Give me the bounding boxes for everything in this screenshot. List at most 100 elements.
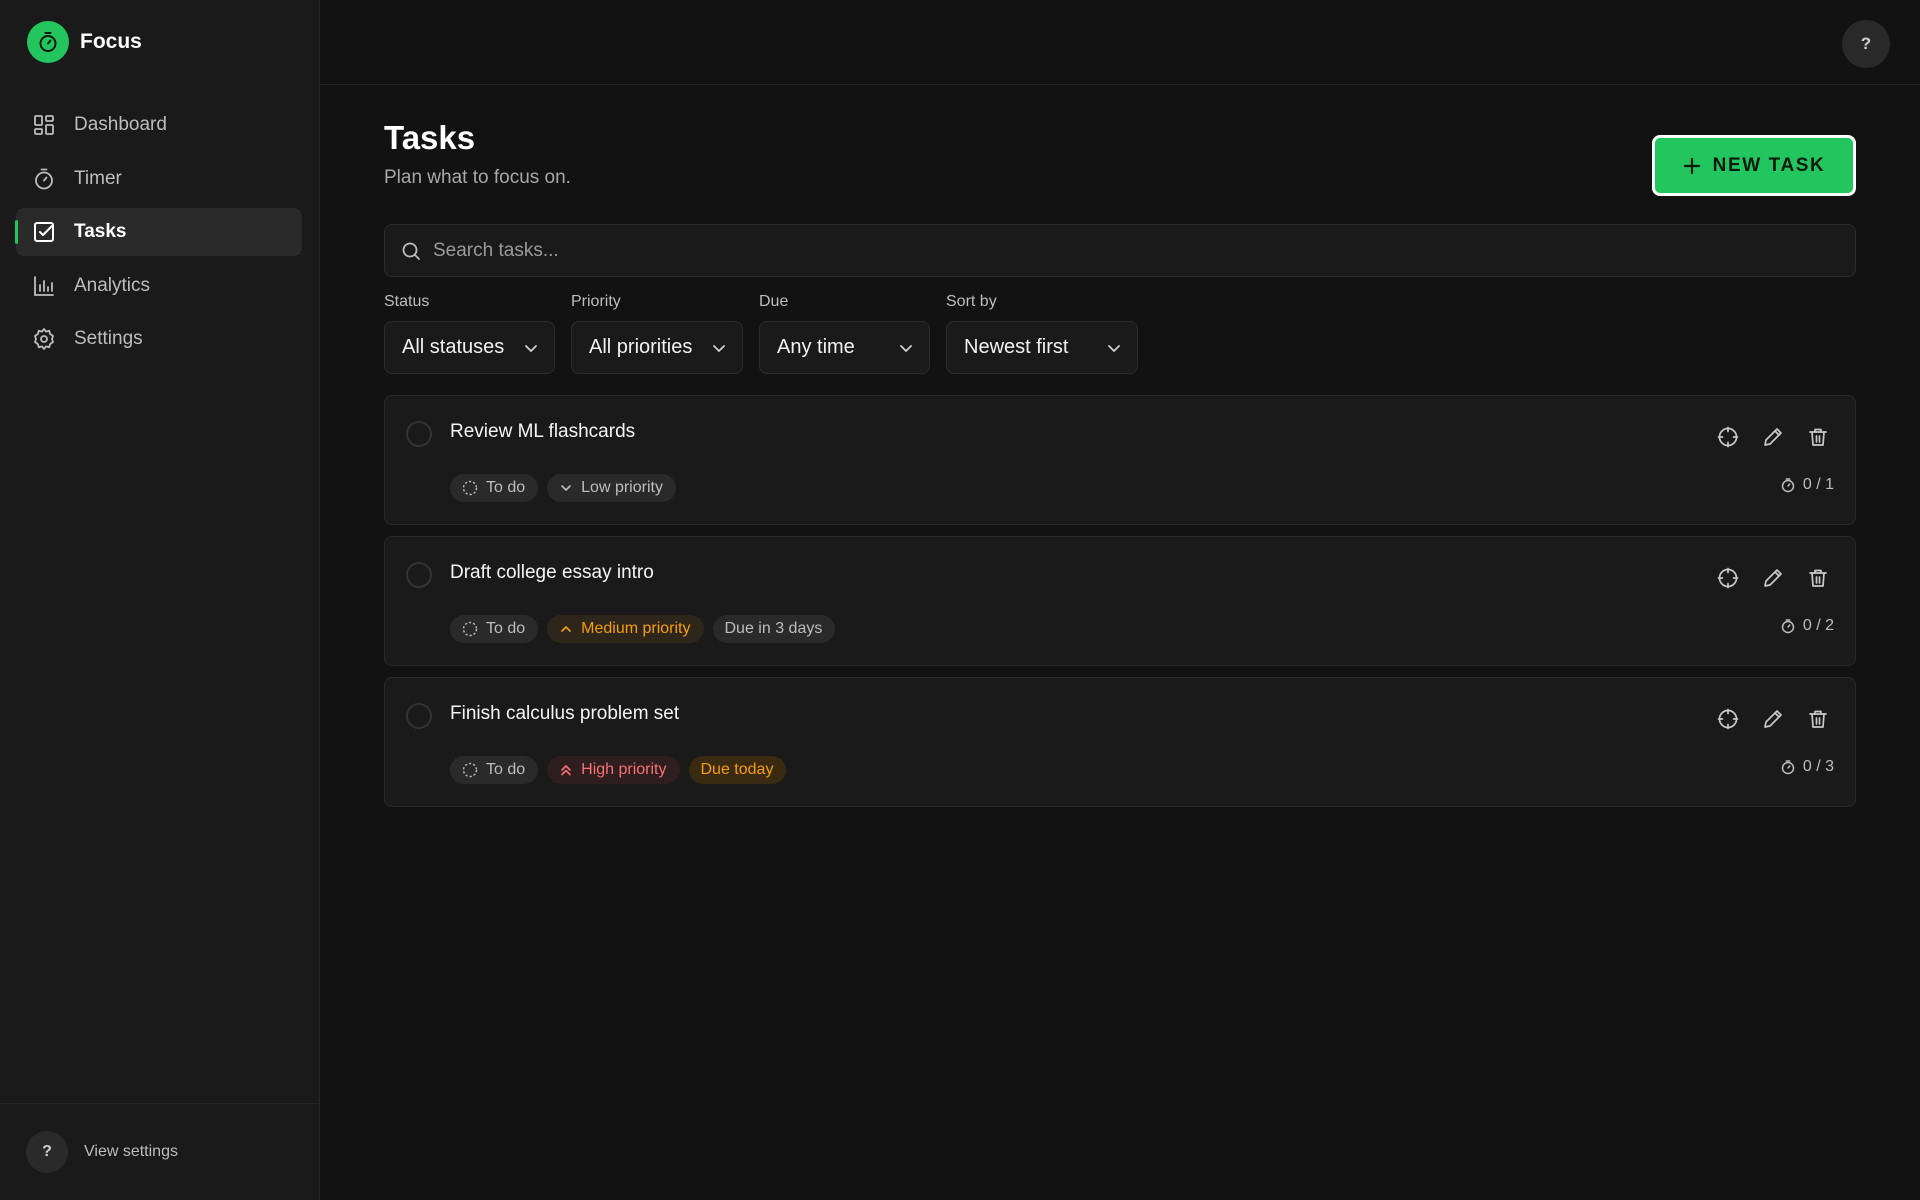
task-actions (1695, 707, 1830, 731)
sort-select[interactable]: Newest first (946, 321, 1138, 374)
delete-trash-icon[interactable] (1806, 566, 1830, 590)
status-select[interactable]: All statuses (384, 321, 555, 374)
task-complete-checkbox[interactable] (406, 703, 432, 729)
task-card[interactable]: Review ML flashcards To do Low priority … (384, 395, 1856, 525)
chevron-up-icon (559, 622, 573, 636)
help-button[interactable]: ? (1842, 20, 1890, 68)
edit-pencil-icon[interactable] (1761, 707, 1785, 731)
task-title: Draft college essay intro (450, 562, 654, 583)
search-icon (401, 241, 421, 261)
status-badge-label: To do (486, 620, 526, 637)
task-title: Finish calculus problem set (450, 703, 680, 724)
sidebar-footer[interactable]: ? View settings (0, 1103, 320, 1200)
pomodoro-count-label: 0 / 1 (1802, 476, 1834, 493)
settings-icon (32, 327, 56, 351)
search-input[interactable] (433, 239, 1855, 262)
dashboard-icon (32, 113, 56, 137)
due-badge-label: Due today (700, 761, 774, 778)
edit-pencil-icon[interactable] (1761, 425, 1785, 449)
sidebar-item-label: Analytics (74, 274, 151, 296)
brand[interactable]: Focus (27, 21, 142, 63)
select-value: Newest first (964, 336, 1069, 358)
focus-target-icon[interactable] (1716, 566, 1740, 590)
pomodoro-count-label: 0 / 3 (1802, 758, 1834, 775)
priority-badge: Low priority (547, 474, 676, 502)
due-filter: Due Any time (759, 293, 930, 374)
task-complete-checkbox[interactable] (406, 421, 432, 447)
pomodoro-count: 0 / 1 (1780, 476, 1834, 494)
status-badge-label: To do (486, 479, 526, 496)
due-badge: Due in 3 days (712, 615, 836, 643)
priority-badge-label: Medium priority (581, 620, 691, 637)
filter-label: Due (759, 293, 789, 310)
delete-trash-icon[interactable] (1806, 707, 1830, 731)
tasks-icon (32, 220, 56, 244)
dashed-circle-icon (462, 762, 478, 778)
task-tags: To do Medium priority Due in 3 days (450, 615, 844, 643)
chevron-down-icon (712, 341, 726, 355)
sidebar-nav: Dashboard Timer Tasks Analytics Settings (15, 101, 302, 369)
dashed-circle-icon (462, 621, 478, 637)
due-badge-label: Due in 3 days (724, 620, 823, 637)
sidebar-item-dashboard[interactable]: Dashboard (16, 101, 302, 149)
focus-target-icon[interactable] (1716, 707, 1740, 731)
task-actions (1695, 425, 1830, 449)
task-complete-checkbox[interactable] (406, 562, 432, 588)
priority-filter: Priority All priorities (571, 293, 743, 374)
page-title: Tasks (384, 119, 476, 156)
task-title: Review ML flashcards (450, 421, 636, 442)
analytics-icon (32, 274, 56, 298)
sidebar-item-label: Dashboard (74, 114, 167, 135)
status-badge: To do (450, 756, 539, 784)
chevron-down-icon (899, 341, 913, 355)
priority-badge-label: High priority (581, 761, 667, 778)
due-select[interactable]: Any time (759, 321, 930, 374)
sidebar: Focus Dashboard Timer Tasks Analytics Se… (0, 0, 320, 1200)
priority-badge: High priority (547, 756, 680, 784)
double-chevron-up-icon (559, 763, 573, 777)
pomodoro-count: 0 / 3 (1780, 758, 1834, 776)
task-list: Review ML flashcards To do Low priority … (384, 395, 1856, 818)
plus-icon (1683, 157, 1701, 175)
status-badge: To do (450, 474, 539, 502)
filter-label: Priority (571, 293, 621, 310)
focus-target-icon[interactable] (1716, 425, 1740, 449)
pomodoro-count-label: 0 / 2 (1802, 617, 1834, 634)
sidebar-item-timer[interactable]: Timer (16, 155, 302, 203)
new-task-button[interactable]: NEW TASK (1652, 135, 1856, 196)
sidebar-item-analytics[interactable]: Analytics (16, 262, 302, 310)
priority-select[interactable]: All priorities (571, 321, 743, 374)
filter-label: Status (384, 293, 430, 310)
topbar: ? (320, 0, 1920, 85)
task-card[interactable]: Draft college essay intro To do Medium p… (384, 536, 1856, 666)
view-settings-link[interactable]: View settings (84, 1143, 178, 1161)
task-actions (1695, 566, 1830, 590)
app-name: Focus (80, 30, 142, 53)
help-icon: ? (26, 1131, 68, 1173)
priority-badge-label: Low priority (581, 479, 663, 496)
edit-pencil-icon[interactable] (1761, 566, 1785, 590)
sort-filter: Sort by Newest first (946, 293, 1138, 374)
status-filter: Status All statuses (384, 293, 555, 374)
timer-icon (1780, 477, 1796, 493)
sidebar-item-settings[interactable]: Settings (16, 315, 302, 363)
timer-icon (1780, 759, 1796, 775)
delete-trash-icon[interactable] (1806, 425, 1830, 449)
filters: Status All statuses Priority All priorit… (384, 293, 1154, 374)
task-card[interactable]: Finish calculus problem set To do High p… (384, 677, 1856, 807)
select-value: All priorities (589, 336, 693, 358)
pomodoro-count: 0 / 2 (1780, 617, 1834, 635)
task-tags: To do Low priority (450, 474, 685, 502)
new-task-label: NEW TASK (1712, 154, 1826, 176)
chevron-down-icon (524, 341, 538, 355)
sidebar-item-label: Settings (74, 328, 143, 349)
sidebar-item-tasks[interactable]: Tasks (15, 208, 302, 256)
due-badge: Due today (688, 756, 787, 784)
chevron-down-icon (559, 481, 573, 495)
select-value: All statuses (402, 336, 505, 358)
search-bar[interactable] (384, 224, 1856, 277)
sidebar-item-label: Timer (74, 167, 122, 189)
task-tags: To do High priority Due today (450, 756, 795, 784)
chevron-down-icon (1107, 341, 1121, 355)
priority-badge: Medium priority (547, 615, 704, 643)
